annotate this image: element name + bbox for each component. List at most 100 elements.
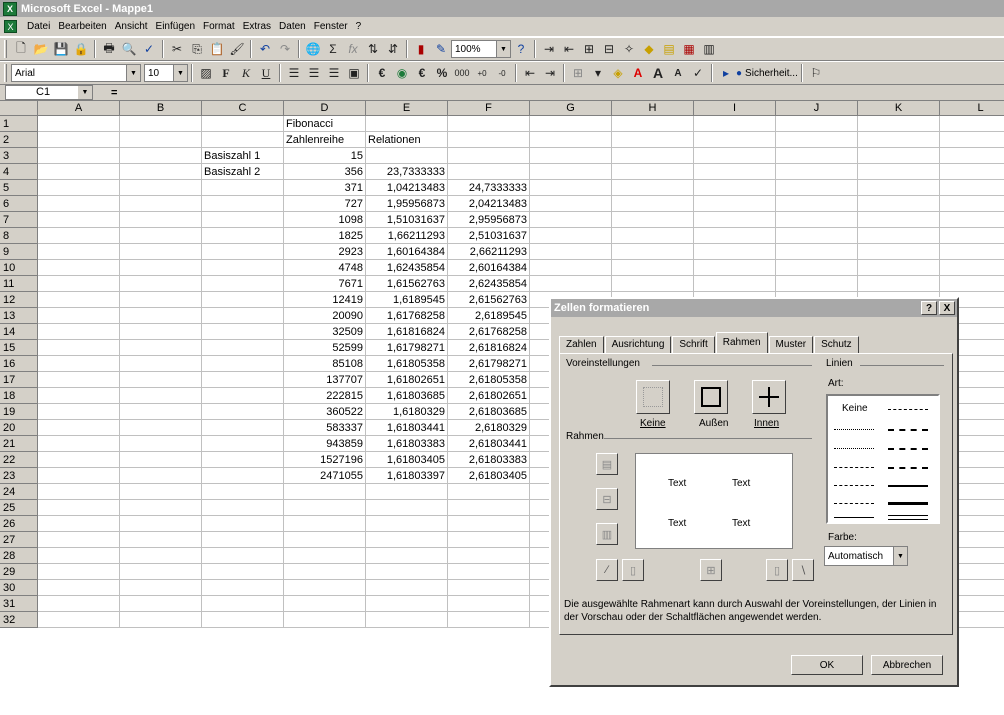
table-cell[interactable] <box>940 148 1004 164</box>
table-cell[interactable] <box>120 612 202 628</box>
table-cell[interactable] <box>284 612 366 628</box>
table-cell[interactable] <box>38 292 120 308</box>
table-cell[interactable]: 85108 <box>284 356 366 372</box>
table-cell[interactable] <box>202 244 284 260</box>
table-cell[interactable]: 2,51031637 <box>448 228 530 244</box>
line-style-dash-dot[interactable] <box>888 448 928 450</box>
shrink-font-icon[interactable]: A <box>668 63 688 83</box>
table-cell[interactable] <box>202 596 284 612</box>
row-header[interactable]: 5 <box>0 180 38 196</box>
line-style-dash-dot-thin[interactable] <box>834 485 874 486</box>
row-header[interactable]: 14 <box>0 324 38 340</box>
pivot-icon[interactable]: ▥ <box>699 39 719 59</box>
table-cell[interactable] <box>448 596 530 612</box>
line-style-dashed[interactable] <box>834 503 874 504</box>
table-cell[interactable] <box>38 388 120 404</box>
table-cell[interactable]: 222815 <box>284 388 366 404</box>
line-style-thin[interactable] <box>834 517 874 518</box>
table-cell[interactable] <box>448 164 530 180</box>
table-cell[interactable] <box>776 132 858 148</box>
table-cell[interactable] <box>202 212 284 228</box>
tab-schrift[interactable]: Schrift <box>672 336 715 354</box>
toolbar-grip[interactable] <box>4 64 7 82</box>
menu-format[interactable]: Format <box>199 21 239 32</box>
table-cell[interactable] <box>858 180 940 196</box>
wizard-icon[interactable]: ◆ <box>639 39 659 59</box>
table-cell[interactable] <box>202 292 284 308</box>
table-cell[interactable] <box>366 612 448 628</box>
table-cell[interactable] <box>612 228 694 244</box>
table-cell[interactable] <box>120 180 202 196</box>
table-cell[interactable]: 2,61805358 <box>448 372 530 388</box>
close-button[interactable]: X <box>939 301 955 315</box>
table-cell[interactable] <box>38 436 120 452</box>
line-style-none[interactable]: Keine <box>842 403 868 414</box>
paste-icon[interactable]: 📋 <box>207 39 227 59</box>
row-header[interactable]: 6 <box>0 196 38 212</box>
table-cell[interactable]: 32509 <box>284 324 366 340</box>
row-header[interactable]: 29 <box>0 564 38 580</box>
table-cell[interactable]: 1,61803685 <box>366 388 448 404</box>
table-cell[interactable]: 2,61816824 <box>448 340 530 356</box>
table-cell[interactable]: 24,7333333 <box>448 180 530 196</box>
table-cell[interactable] <box>38 260 120 276</box>
table-cell[interactable]: 137707 <box>284 372 366 388</box>
toolbar-grip[interactable] <box>4 40 7 58</box>
table-cell[interactable] <box>120 484 202 500</box>
table-cell[interactable] <box>448 148 530 164</box>
table-cell[interactable] <box>612 244 694 260</box>
row-header[interactable]: 21 <box>0 436 38 452</box>
table-cell[interactable] <box>38 116 120 132</box>
print-icon[interactable]: 🖶 <box>99 39 119 59</box>
row-header[interactable]: 10 <box>0 260 38 276</box>
table-cell[interactable] <box>612 132 694 148</box>
table-cell[interactable] <box>284 484 366 500</box>
column-header-l[interactable]: L <box>940 101 1004 116</box>
table-cell[interactable] <box>366 116 448 132</box>
border-diag-down-button[interactable]: ∖ <box>792 559 814 581</box>
outdent-icon[interactable]: ⇤ <box>559 39 579 59</box>
row-header[interactable]: 25 <box>0 500 38 516</box>
table-cell[interactable] <box>120 596 202 612</box>
table-cell[interactable] <box>120 308 202 324</box>
table-cell[interactable]: 943859 <box>284 436 366 452</box>
percent-icon[interactable]: % <box>432 63 452 83</box>
line-style-dash-dot-dot-thin[interactable] <box>834 467 874 468</box>
tab-muster[interactable]: Muster <box>768 336 814 354</box>
table-cell[interactable] <box>448 484 530 500</box>
table-cell[interactable] <box>530 212 612 228</box>
table-cell[interactable] <box>612 276 694 292</box>
table-cell[interactable] <box>120 324 202 340</box>
line-style-medium-dash-dot[interactable] <box>888 429 928 431</box>
table-cell[interactable]: 1,95956873 <box>366 196 448 212</box>
table-cell[interactable] <box>448 612 530 628</box>
grow-font-icon[interactable]: A <box>648 63 668 83</box>
security-button[interactable]: ● Sicherheit... <box>736 68 798 79</box>
table-cell[interactable]: 2,6180329 <box>448 420 530 436</box>
table-cell[interactable]: 1098 <box>284 212 366 228</box>
table-cell[interactable] <box>38 516 120 532</box>
menu-fenster[interactable]: Fenster <box>310 21 352 32</box>
table-cell[interactable] <box>202 356 284 372</box>
table-cell[interactable]: 2,6189545 <box>448 308 530 324</box>
table-cell[interactable] <box>202 180 284 196</box>
increase-indent-icon[interactable]: ⇥ <box>540 63 560 83</box>
column-header-e[interactable]: E <box>366 101 448 116</box>
table-cell[interactable] <box>694 212 776 228</box>
table-cell[interactable]: 2,61803441 <box>448 436 530 452</box>
table-cell[interactable]: 2,04213483 <box>448 196 530 212</box>
column-header-c[interactable]: C <box>202 101 284 116</box>
table-cell[interactable] <box>858 228 940 244</box>
table-cell[interactable] <box>120 548 202 564</box>
new-icon[interactable]: 🗋 <box>11 39 31 59</box>
permission-icon[interactable]: 🔒 <box>71 39 91 59</box>
table-cell[interactable] <box>38 180 120 196</box>
table-cell[interactable] <box>120 148 202 164</box>
table-cell[interactable] <box>120 564 202 580</box>
table-cell[interactable] <box>38 228 120 244</box>
table-cell[interactable] <box>120 372 202 388</box>
table-cell[interactable] <box>38 612 120 628</box>
chevron-down-icon[interactable]: ▼ <box>78 86 92 99</box>
table-cell[interactable] <box>776 244 858 260</box>
table-cell[interactable] <box>120 388 202 404</box>
